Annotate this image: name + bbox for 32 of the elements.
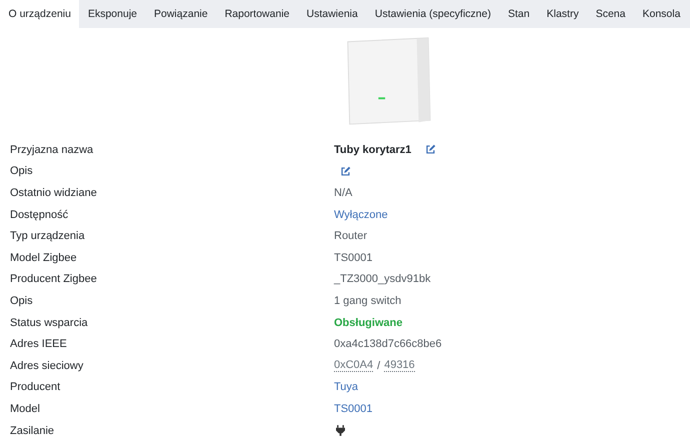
field-label: Model Zigbee [9, 252, 78, 264]
field-label: Producent [9, 381, 62, 394]
address-value: 0xC0A4 [334, 359, 374, 372]
field-label: Typ urządzenia [9, 230, 86, 242]
field-label: Opis [9, 294, 34, 307]
edit-icon[interactable] [425, 144, 436, 156]
status-value: Obsługiwane [334, 316, 402, 329]
address-value: 49316 [384, 359, 415, 372]
field-label: Przyjazna nazwa [9, 144, 94, 156]
tab[interactable]: O urządzeniu [0, 0, 80, 28]
field-label: Model [9, 402, 41, 415]
field-value: N/A [334, 186, 352, 199]
separator: / [377, 360, 380, 372]
field-value: 0xa4c138d7c66c8be6 [334, 338, 442, 350]
field-label: Adres sieciowy [9, 360, 84, 372]
device-name: Tuby korytarz1 [334, 144, 412, 156]
field-value: 1 gang switch [334, 294, 402, 307]
edit-icon[interactable] [340, 166, 351, 177]
field-value: _TZ3000_ysdv91bk [334, 273, 431, 286]
field-label: Dostępność [9, 208, 70, 221]
value-link[interactable]: Tuya [334, 381, 358, 394]
field-label: Adres IEEE [9, 338, 68, 350]
plug-icon [336, 425, 345, 436]
value-link[interactable]: Wyłączone [334, 208, 388, 221]
field-label: Producent Zigbee [9, 273, 98, 286]
field-label: Opis [9, 165, 34, 178]
field-value: Router [334, 230, 368, 242]
value-link[interactable]: TS0001 [334, 402, 373, 415]
field-label: Ostatnio widziane [9, 186, 98, 199]
field-value: TS0001 [334, 252, 373, 264]
field-label: Status wsparcia [9, 316, 89, 329]
field-label: Zasilanie [9, 424, 56, 437]
